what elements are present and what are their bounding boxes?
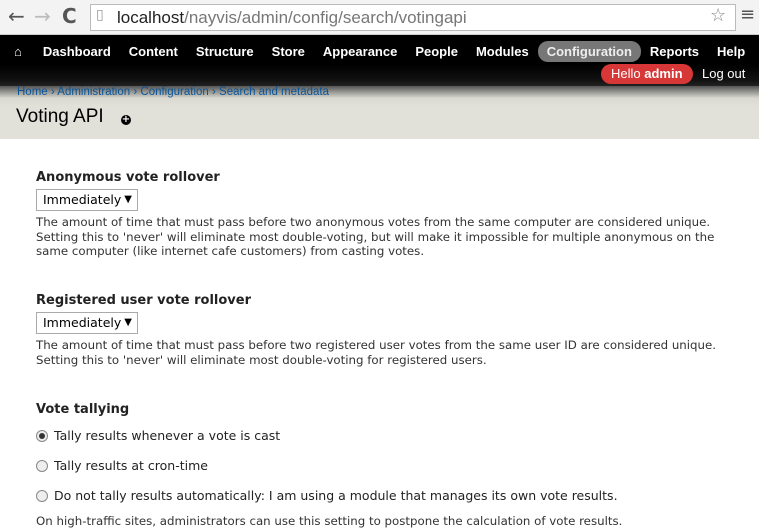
back-icon[interactable]: ← bbox=[8, 4, 25, 28]
menu-modules[interactable]: Modules bbox=[467, 41, 538, 62]
radio-tally-immediate[interactable]: Tally results whenever a vote is cast bbox=[36, 428, 280, 443]
address-bar[interactable]: localhost/nayvis/admin/config/search/vot… bbox=[90, 4, 736, 31]
username: admin bbox=[644, 66, 683, 81]
menu-structure[interactable]: Structure bbox=[187, 41, 263, 62]
star-icon[interactable]: ☆ bbox=[710, 5, 726, 26]
home-icon[interactable]: ⌂ bbox=[0, 41, 34, 62]
menu-configuration[interactable]: Configuration bbox=[537, 41, 641, 62]
page-icon: ▯ bbox=[96, 7, 104, 23]
dropdown-arrow-icon: ▼ bbox=[124, 317, 132, 328]
logout-link[interactable]: Log out bbox=[702, 66, 745, 81]
breadcrumb: Home › Administration › Configuration › … bbox=[17, 86, 329, 98]
anon-rollover-desc: The amount of time that must pass before… bbox=[36, 215, 715, 258]
dropdown-arrow-icon: ▼ bbox=[124, 194, 132, 205]
breadcrumb-administration[interactable]: Administration bbox=[57, 86, 130, 98]
menu-help[interactable]: Help bbox=[708, 41, 754, 62]
radio-label: Tally results whenever a vote is cast bbox=[54, 428, 281, 443]
menu-reports[interactable]: Reports bbox=[641, 41, 708, 62]
menu-store[interactable]: Store bbox=[263, 41, 314, 62]
radio-unchecked[interactable] bbox=[36, 459, 48, 472]
anon-select-value: Immediately bbox=[43, 192, 122, 207]
reg-select-value: Immediately bbox=[43, 315, 122, 330]
menu-people[interactable]: People bbox=[406, 41, 467, 62]
url-host: localhost bbox=[117, 8, 185, 27]
menu-dashboard[interactable]: Dashboard bbox=[34, 41, 120, 62]
breadcrumb-home[interactable]: Home bbox=[17, 86, 48, 98]
anon-rollover-label: Anonymous vote rollover bbox=[36, 170, 220, 185]
reg-rollover-label: Registered user vote rollover bbox=[36, 293, 252, 308]
forward-icon[interactable]: → bbox=[34, 4, 51, 28]
breadcrumb-configuration[interactable]: Configuration bbox=[140, 86, 208, 98]
radio-tally-cron[interactable]: Tally results at cron-time bbox=[36, 458, 208, 473]
radio-unchecked[interactable] bbox=[36, 489, 48, 502]
radio-checked[interactable] bbox=[36, 429, 48, 442]
hello-user[interactable]: Hello admin bbox=[601, 64, 693, 84]
radio-tally-manual[interactable]: Do not tally results automatically: I am… bbox=[36, 488, 618, 503]
add-shortcut-icon[interactable]: + bbox=[121, 115, 131, 125]
menu-content[interactable]: Content bbox=[120, 41, 187, 62]
vote-tallying-label: Vote tallying bbox=[36, 402, 130, 417]
reg-rollover-desc: The amount of time that must pass before… bbox=[36, 338, 717, 367]
breadcrumb-search[interactable]: Search and metadata bbox=[219, 86, 329, 98]
menu-icon[interactable]: ≡ bbox=[740, 4, 755, 25]
reg-rollover-select[interactable]: Immediately ▼ bbox=[36, 312, 138, 334]
vote-tallying-desc: On high-traffic sites, administrators ca… bbox=[36, 514, 623, 528]
radio-label: Do not tally results automatically: I am… bbox=[54, 488, 618, 503]
reload-icon[interactable]: C bbox=[62, 4, 77, 28]
anon-rollover-select[interactable]: Immediately ▼ bbox=[36, 189, 138, 211]
url-path: /nayvis/admin/config/search/votingapi bbox=[184, 8, 467, 27]
radio-label: Tally results at cron-time bbox=[54, 458, 208, 473]
page-title: Voting API bbox=[16, 106, 104, 127]
menu-appearance[interactable]: Appearance bbox=[314, 41, 406, 62]
browser-toolbar: ← → C localhost/nayvis/admin/config/sear… bbox=[0, 0, 759, 35]
hello-text: Hello bbox=[611, 66, 641, 81]
